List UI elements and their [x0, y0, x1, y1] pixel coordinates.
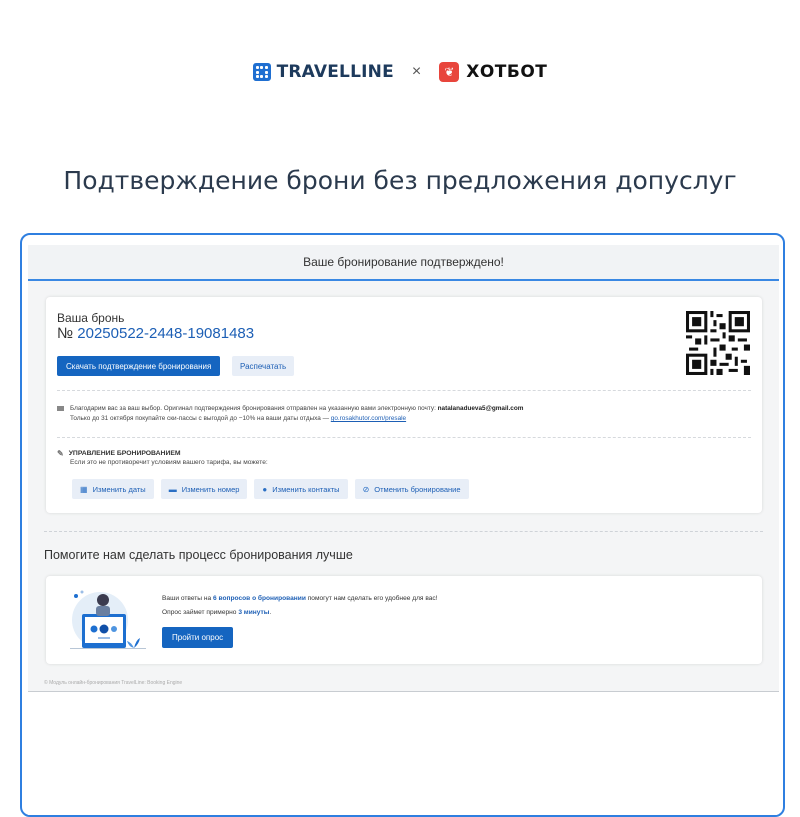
manage-subtitle: Если это не противоречит условиям вашего… — [70, 459, 268, 466]
page-headline: Подтверждение брони без предложения допу… — [63, 166, 737, 195]
action-label: Изменить даты — [92, 484, 146, 494]
confirmation-title-bar: Ваше бронирование подтверждено! — [28, 245, 779, 281]
manage-title-text: УПРАВЛЕНИЕ БРОНИРОВАНИЕМ — [68, 450, 181, 457]
flame-icon: ❦ — [439, 62, 460, 82]
download-confirmation-button[interactable]: Скачать подтверждение бронирования — [57, 356, 221, 376]
survey-card: Ваши ответы на 6 вопросов о бронировании… — [46, 576, 762, 664]
action-label: Изменить номер — [181, 484, 240, 494]
change-room-button[interactable]: ▬ Изменить номер — [160, 479, 248, 499]
survey-questions-count: 6 вопросов о бронировании — [213, 595, 306, 602]
footer-divider — [28, 691, 779, 692]
travelline-logo: TRAVELLINE — [252, 62, 394, 82]
survey-text2-pre: Опрос займет примерно — [162, 609, 237, 616]
qr-code-icon — [686, 311, 750, 375]
survey-text1-pre: Ваши ответы на — [162, 595, 212, 602]
divider — [57, 390, 751, 391]
action-label: Отменить бронирование — [374, 484, 461, 494]
survey-duration: 3 минуты — [238, 609, 270, 616]
cancel-booking-button[interactable]: ⊘ Отменить бронирование — [354, 479, 469, 499]
user-edit-icon: ● — [262, 484, 268, 494]
travelline-mark-icon — [252, 63, 271, 81]
guest-email: natalanadueva5@gmail.com — [437, 405, 524, 412]
booking-label: Ваша бронь — [57, 311, 125, 325]
manage-section-title: ✎ УПРАВЛЕНИЕ БРОНИРОВАНИЕМ — [57, 449, 181, 458]
mail-icon — [57, 406, 64, 411]
survey-text2-post: . — [269, 609, 272, 616]
change-contacts-button[interactable]: ● Изменить контакты — [254, 479, 348, 499]
booking-number-value: 20250522-2448-19081483 — [77, 325, 255, 342]
hotbot-wordmark: ХОТБОТ — [466, 62, 548, 82]
action-label: Изменить контакты — [272, 484, 340, 494]
thanks-text: Благодарим вас за ваш выбор. Оригинал по… — [70, 405, 436, 412]
cancel-icon: ⊘ — [362, 484, 370, 494]
brand-separator: × — [411, 63, 422, 80]
take-survey-button[interactable]: Пройти опрос — [162, 627, 234, 648]
booking-number: № 20250522-2448-19081483 — [57, 325, 254, 342]
travelline-wordmark: TRAVELLINE — [276, 62, 394, 82]
brand-row: TRAVELLINE × ❦ ХОТБОТ — [0, 62, 800, 82]
thanks-block: Благодарим вас за ваш выбор. Оригинал по… — [57, 404, 523, 424]
pencil-icon: ✎ — [57, 449, 64, 458]
survey-text-line1: Ваши ответы на 6 вопросов о бронировании… — [162, 595, 438, 602]
footer-note: © Модуль онлайн-бронирования TravelLine:… — [44, 680, 183, 686]
hotbot-logo: ❦ ХОТБОТ — [439, 62, 547, 82]
promo-link[interactable]: go.rosakhutor.com/presale — [331, 415, 406, 422]
section-divider — [44, 531, 763, 532]
change-dates-button[interactable]: ▦ Изменить даты — [72, 479, 154, 499]
bed-icon: ▬ — [168, 484, 177, 494]
window-title: Ваше бронирование подтверждено! — [303, 255, 504, 269]
print-button[interactable]: Распечатать — [232, 356, 295, 376]
booking-number-prefix: № — [57, 325, 74, 342]
survey-illustration-icon — [70, 590, 146, 649]
screenshot-frame: Ваше бронирование подтверждено! Ваша бро… — [20, 233, 785, 817]
manage-actions: ▦ Изменить даты ▬ Изменить номер ● Измен… — [72, 479, 469, 499]
promo-text: Только до 31 октября покупайте ски-пассы… — [70, 415, 330, 422]
divider — [57, 437, 751, 438]
booking-card: Ваша бронь № 20250522-2448-19081483 Скач… — [46, 297, 762, 513]
survey-text1-post: помогут нам сделать его удобнее для вас! — [307, 595, 438, 602]
survey-heading: Помогите нам сделать процесс бронировани… — [44, 548, 353, 562]
survey-text-line2: Опрос займет примерно 3 минуты. — [162, 609, 271, 616]
calendar-icon: ▦ — [80, 484, 88, 494]
empty-area — [28, 692, 779, 815]
